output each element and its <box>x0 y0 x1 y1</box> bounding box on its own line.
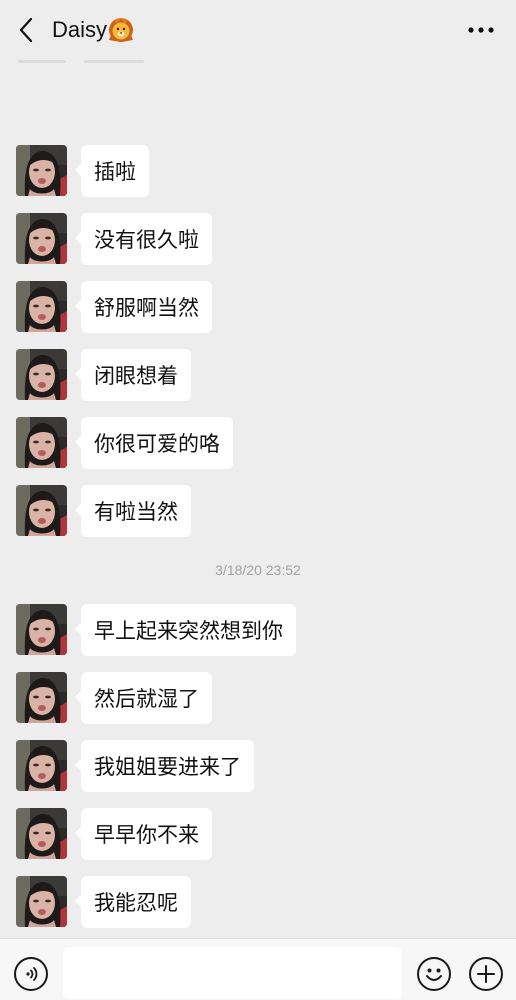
message-bubble[interactable]: 我能忍呢 <box>75 876 191 928</box>
chat-header: Daisy <box>0 0 516 60</box>
scrolled-bubble-edge <box>84 60 144 63</box>
more-options-button[interactable] <box>466 18 496 42</box>
contact-avatar[interactable] <box>16 417 67 468</box>
contact-avatar[interactable] <box>16 740 67 791</box>
lion-face-icon <box>109 18 134 42</box>
input-bar <box>0 938 516 1000</box>
voice-button[interactable] <box>14 957 48 991</box>
contact-avatar[interactable] <box>16 485 67 536</box>
message-bubble[interactable]: 然后就湿了 <box>75 672 212 724</box>
smiley-icon <box>426 968 442 981</box>
ellipsis-icon <box>468 27 494 33</box>
contact-avatar[interactable] <box>16 672 67 723</box>
emoji-button[interactable] <box>417 957 451 991</box>
message-bubble[interactable]: 早早你不来 <box>75 808 212 860</box>
message-bubble[interactable]: 闭眼想着 <box>75 349 191 401</box>
message-bubble[interactable]: 早上起来突然想到你 <box>75 604 296 656</box>
contact-avatar[interactable] <box>16 604 67 655</box>
contact-avatar[interactable] <box>16 281 67 332</box>
contact-name: Daisy <box>52 17 108 42</box>
message-timestamp: 3/18/20 23:52 <box>215 562 301 578</box>
message-bubble[interactable]: 插啦 <box>75 145 149 197</box>
scrolled-avatar-edge <box>18 60 66 63</box>
message-bubble[interactable]: 你很可爱的咯 <box>75 417 233 469</box>
back-button[interactable] <box>12 14 40 46</box>
message-input[interactable] <box>63 947 402 999</box>
message-bubble[interactable]: 我姐姐要进来了 <box>75 740 254 792</box>
chevron-left-icon <box>19 17 33 43</box>
voice-icon <box>26 967 38 981</box>
message-bubble[interactable]: 没有很久啦 <box>75 213 212 265</box>
message-bubble[interactable]: 舒服啊当然 <box>75 281 212 333</box>
contact-avatar[interactable] <box>16 876 67 927</box>
contact-avatar[interactable] <box>16 808 67 859</box>
chat-title: Daisy <box>52 14 134 46</box>
contact-avatar[interactable] <box>16 145 67 196</box>
contact-avatar[interactable] <box>16 349 67 400</box>
more-functions-button[interactable] <box>469 957 503 991</box>
message-bubble[interactable]: 有啦当然 <box>75 485 191 537</box>
plus-icon <box>477 965 495 983</box>
contact-avatar[interactable] <box>16 213 67 264</box>
